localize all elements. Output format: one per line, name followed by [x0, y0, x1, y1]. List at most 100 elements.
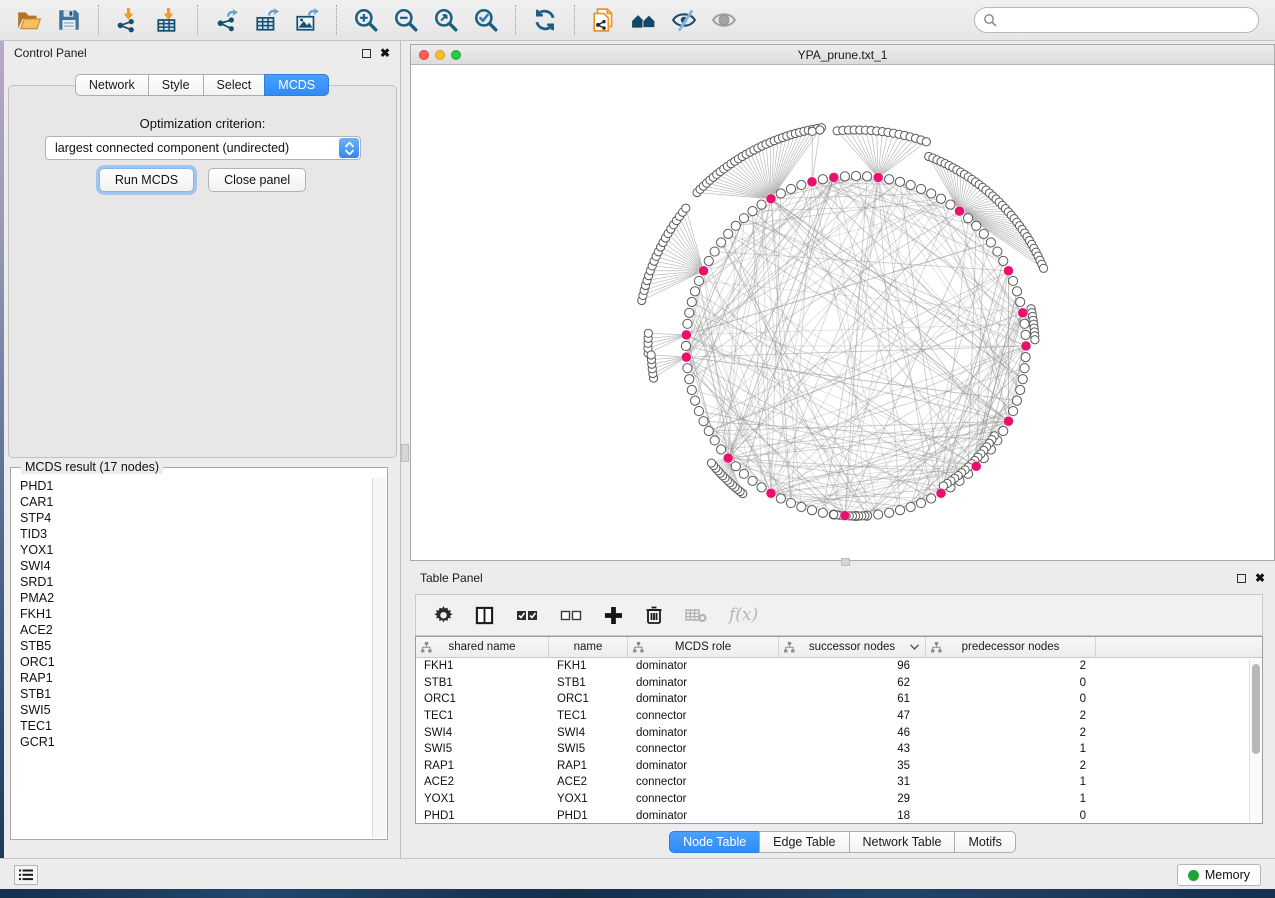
network-node[interactable] [818, 175, 827, 184]
cell-name[interactable]: ORC1 [549, 691, 628, 708]
export-network-icon[interactable] [212, 5, 242, 35]
network-node[interactable] [683, 364, 692, 373]
cell-predecessors[interactable]: 2 [926, 658, 1096, 675]
cell-predecessors[interactable]: 0 [926, 675, 1096, 692]
network-node[interactable] [927, 189, 936, 198]
cell-role[interactable]: dominator [628, 675, 779, 692]
network-node[interactable] [963, 214, 972, 223]
mcds-hub-node[interactable] [936, 488, 946, 498]
mcds-hub-node[interactable] [681, 352, 691, 362]
network-node[interactable] [808, 127, 816, 135]
network-node[interactable] [993, 247, 1002, 256]
network-node[interactable] [748, 476, 757, 485]
cell-shared_name[interactable]: PHD1 [416, 807, 549, 824]
network-node[interactable] [1020, 319, 1029, 328]
cell-role[interactable]: dominator [628, 658, 779, 675]
network-node[interactable] [916, 184, 925, 193]
mcds-node-item[interactable]: TID3 [12, 526, 372, 542]
table-row[interactable]: ORC1ORC1dominator610 [416, 691, 1262, 708]
select-all-icon[interactable] [516, 608, 538, 622]
mcds-hub-node[interactable] [1021, 341, 1031, 351]
cell-shared_name[interactable]: STB1 [416, 675, 549, 692]
cell-role[interactable]: connector [628, 708, 779, 725]
mcds-hub-node[interactable] [807, 177, 817, 187]
import-network-icon[interactable] [113, 5, 143, 35]
network-node[interactable] [694, 406, 703, 415]
network-node[interactable] [682, 204, 690, 212]
cell-role[interactable]: dominator [628, 807, 779, 824]
network-node[interactable] [739, 214, 748, 223]
mcds-hub-node[interactable] [723, 453, 733, 463]
network-node[interactable] [717, 445, 726, 454]
mcds-node-item[interactable]: FKH1 [12, 606, 372, 622]
network-node[interactable] [717, 238, 726, 247]
cell-role[interactable]: dominator [628, 724, 779, 741]
network-node[interactable] [707, 459, 715, 467]
column-header-shared-name[interactable]: shared name [416, 637, 549, 657]
network-node[interactable] [647, 351, 655, 359]
refresh-network-icon[interactable] [530, 5, 560, 35]
network-node[interactable] [895, 506, 904, 515]
show-panels-icon[interactable] [709, 5, 739, 35]
cell-name[interactable]: SWI5 [549, 741, 628, 758]
close-panel-button[interactable]: Close panel [208, 168, 306, 192]
cell-shared_name[interactable]: FKH1 [416, 658, 549, 675]
table-row[interactable]: SWI4SWI4dominator462 [416, 724, 1262, 741]
network-node[interactable] [690, 396, 699, 405]
tab-node-table[interactable]: Node Table [669, 831, 760, 853]
network-node[interactable] [731, 462, 740, 471]
network-node[interactable] [1018, 375, 1027, 384]
network-node[interactable] [830, 510, 838, 518]
cell-successors[interactable]: 35 [779, 758, 926, 775]
mcds-node-item[interactable]: GCR1 [12, 734, 372, 750]
network-node[interactable] [797, 502, 806, 511]
cell-name[interactable]: RAP1 [549, 758, 628, 775]
network-node[interactable] [644, 329, 652, 337]
mcds-node-item[interactable]: STB1 [12, 686, 372, 702]
splitter-handle[interactable] [841, 558, 850, 566]
network-node[interactable] [922, 138, 930, 146]
mcds-node-item[interactable]: STB5 [12, 638, 372, 654]
mcds-hub-node[interactable] [829, 172, 839, 182]
delete-column-icon[interactable] [645, 605, 663, 625]
cell-predecessors[interactable]: 1 [926, 791, 1096, 808]
export-image-icon[interactable] [292, 5, 322, 35]
memory-button[interactable]: Memory [1177, 864, 1261, 886]
network-node[interactable] [704, 256, 713, 265]
zoom-in-icon[interactable] [351, 5, 381, 35]
network-node[interactable] [895, 177, 904, 186]
run-mcds-button[interactable]: Run MCDS [99, 168, 194, 192]
network-node[interactable] [999, 426, 1008, 435]
network-window-titlebar[interactable]: YPA_prune.txt_1 [411, 45, 1274, 65]
cell-role[interactable]: connector [628, 741, 779, 758]
network-node[interactable] [739, 469, 748, 478]
cell-successors[interactable]: 29 [779, 791, 926, 808]
cell-predecessors[interactable]: 1 [926, 774, 1096, 791]
table-row[interactable]: SWI5SWI5connector431 [416, 741, 1262, 758]
cell-predecessors[interactable]: 2 [926, 758, 1096, 775]
scrollbar-thumb[interactable] [1252, 664, 1260, 754]
table-row[interactable]: RAP1RAP1dominator352 [416, 758, 1262, 775]
network-node[interactable] [724, 229, 733, 238]
network-node[interactable] [946, 200, 955, 209]
network-node[interactable] [685, 375, 694, 384]
zoom-selected-icon[interactable] [471, 5, 501, 35]
copy-network-icon[interactable] [589, 5, 619, 35]
network-node[interactable] [972, 221, 981, 230]
network-node[interactable] [818, 508, 827, 517]
mcds-node-item[interactable]: TEC1 [12, 718, 372, 734]
network-node[interactable] [1016, 385, 1025, 394]
cell-successors[interactable]: 61 [779, 691, 926, 708]
mcds-hub-node[interactable] [954, 206, 964, 216]
network-node[interactable] [840, 172, 849, 181]
search-input[interactable] [974, 7, 1259, 33]
column-header-MCDS-role[interactable]: MCDS role [628, 637, 779, 657]
cell-predecessors[interactable]: 2 [926, 708, 1096, 725]
mcds-hub-node[interactable] [840, 511, 850, 521]
export-table-icon[interactable] [252, 5, 282, 35]
cell-predecessors[interactable]: 0 [926, 691, 1096, 708]
close-panel-icon[interactable]: ✖ [1255, 574, 1265, 583]
mcds-hub-node[interactable] [873, 172, 883, 182]
network-node[interactable] [731, 221, 740, 230]
cell-shared_name[interactable]: ORC1 [416, 691, 549, 708]
